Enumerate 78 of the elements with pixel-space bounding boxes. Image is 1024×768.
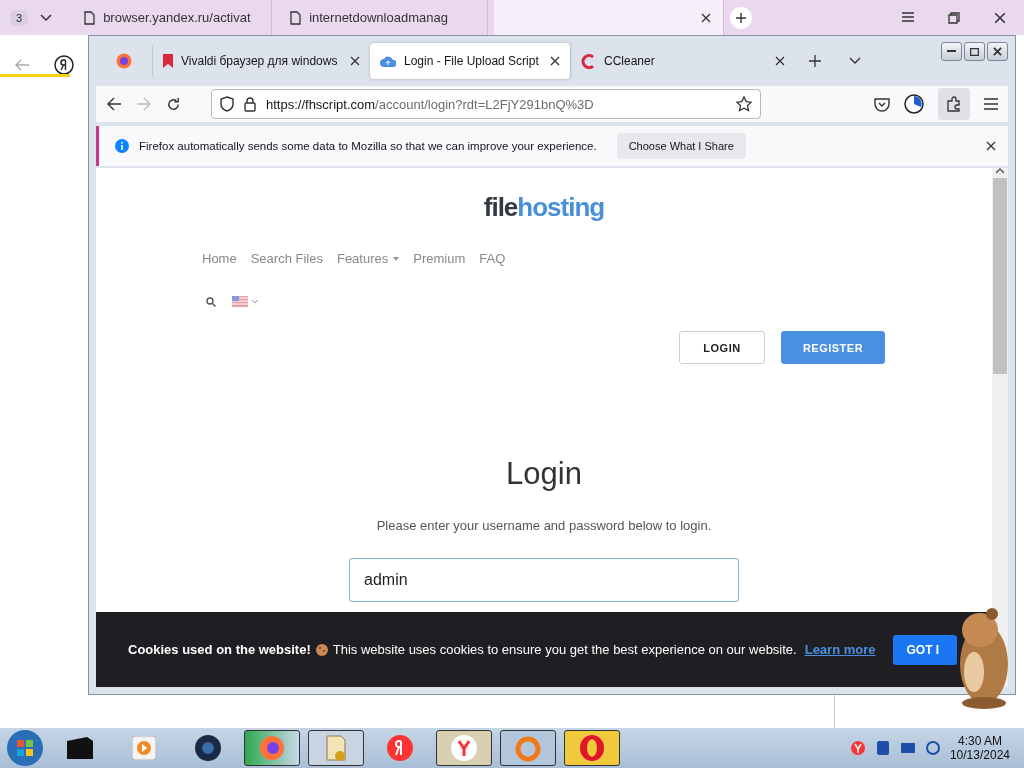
nav-link[interactable]: Premium bbox=[413, 251, 466, 266]
extensions-button[interactable] bbox=[938, 88, 970, 120]
plus-icon bbox=[735, 11, 748, 24]
intro-text: Please enter your username and password below to login. bbox=[376, 518, 712, 533]
network-icon[interactable] bbox=[899, 741, 916, 755]
new-tab-button[interactable] bbox=[730, 6, 753, 29]
minimize-button[interactable] bbox=[941, 42, 962, 61]
document-icon bbox=[84, 10, 96, 25]
tab-counter[interactable]: 3 bbox=[10, 9, 29, 26]
plus-icon[interactable] bbox=[809, 55, 821, 67]
volume-icon[interactable] bbox=[925, 740, 940, 756]
url-text: https://fhscript.com/account/login?rdt=L2FjY291bnQ%3D bbox=[266, 96, 595, 112]
tab-title: CCleaner bbox=[604, 54, 656, 68]
close-icon bbox=[993, 47, 1002, 56]
login-button[interactable]: LOGIN bbox=[679, 331, 765, 364]
c-logo-icon bbox=[581, 53, 596, 69]
taskbar-app-icon[interactable] bbox=[436, 730, 492, 766]
tab-title: internetdownloadmanag bbox=[309, 10, 449, 25]
search-icon[interactable] bbox=[206, 296, 216, 307]
taskbar-app-icon[interactable] bbox=[244, 730, 300, 766]
reload-icon[interactable] bbox=[166, 96, 181, 112]
nav-link[interactable]: Search Files bbox=[250, 251, 323, 266]
menu-icon[interactable] bbox=[984, 98, 998, 110]
document-icon bbox=[290, 10, 302, 25]
close-icon[interactable] bbox=[550, 56, 560, 66]
close-icon[interactable] bbox=[775, 56, 785, 66]
choose-share-button[interactable]: Choose What I Share bbox=[616, 133, 746, 159]
tab-title: browser.yandex.ru/activat bbox=[103, 10, 252, 25]
maximize-button[interactable] bbox=[964, 42, 985, 61]
puzzle-icon bbox=[946, 96, 962, 112]
tab-title: Login - File Upload Script bbox=[404, 54, 540, 68]
lock-icon[interactable] bbox=[244, 96, 256, 112]
globe-fox-icon[interactable] bbox=[116, 53, 132, 69]
got-it-button[interactable]: GOT I bbox=[892, 634, 957, 665]
chevron-down-icon[interactable] bbox=[849, 57, 861, 65]
nav-link[interactable]: Features bbox=[336, 251, 400, 266]
scroll-up-icon[interactable] bbox=[996, 168, 1004, 174]
browser-tab[interactable]: CCleaner bbox=[570, 43, 795, 79]
cookie-title: Cookies used on the website! bbox=[128, 642, 311, 657]
caret-icon[interactable] bbox=[252, 299, 258, 304]
close-icon[interactable] bbox=[986, 141, 996, 151]
notification-message: Firefox automatically sends some data to Mozilla so that we can improve your experience. bbox=[139, 140, 597, 152]
close-button[interactable] bbox=[987, 42, 1008, 61]
yandex-logo-icon[interactable] bbox=[54, 55, 74, 75]
learn-more-link[interactable]: Learn more bbox=[804, 642, 876, 657]
back-arrow-icon[interactable] bbox=[106, 97, 122, 111]
bookmark-icon bbox=[163, 54, 173, 68]
restore-icon[interactable] bbox=[948, 11, 960, 24]
cookie-icon bbox=[315, 643, 328, 656]
taskbar-app-icon[interactable] bbox=[308, 730, 364, 766]
info-icon bbox=[115, 139, 129, 153]
chevron-down-icon[interactable] bbox=[40, 13, 53, 22]
nav-link[interactable]: FAQ bbox=[479, 251, 506, 266]
page-heading: Login bbox=[506, 456, 582, 492]
maximize-icon bbox=[970, 47, 979, 56]
nav-link[interactable]: Home bbox=[202, 251, 237, 266]
address-bar[interactable]: https://fhscript.com/account/login?rdt=L2FjY291bnQ%3D bbox=[211, 89, 761, 119]
pie-chart-icon[interactable] bbox=[904, 94, 924, 114]
start-button-icon[interactable] bbox=[6, 729, 44, 767]
tray-icon[interactable] bbox=[875, 740, 890, 756]
site-logo[interactable]: filehosting bbox=[483, 192, 605, 223]
taskbar-clock[interactable]: 4:30 AM 10/13/2024 bbox=[949, 734, 1010, 762]
close-icon[interactable] bbox=[701, 12, 712, 23]
cookie-message: This website uses cookies to ensure you get the best experience on our website. bbox=[332, 642, 797, 657]
cloud-upload-icon bbox=[380, 55, 396, 67]
username-field[interactable]: admin bbox=[349, 558, 739, 602]
taskbar-app-icon[interactable] bbox=[564, 730, 620, 766]
star-icon[interactable] bbox=[736, 96, 752, 112]
minimize-icon bbox=[947, 50, 956, 53]
menu-icon[interactable] bbox=[902, 11, 914, 22]
shield-icon[interactable] bbox=[220, 96, 234, 112]
close-icon[interactable] bbox=[350, 56, 360, 66]
browser-tab[interactable]: Login - File Upload Script bbox=[370, 43, 570, 79]
pocket-icon[interactable] bbox=[874, 96, 890, 112]
tray-icon[interactable] bbox=[849, 740, 866, 756]
close-icon[interactable] bbox=[994, 11, 1006, 24]
tab-title: Vivaldi браузер для windows bbox=[181, 54, 339, 68]
taskbar-app-icon[interactable] bbox=[500, 730, 556, 766]
